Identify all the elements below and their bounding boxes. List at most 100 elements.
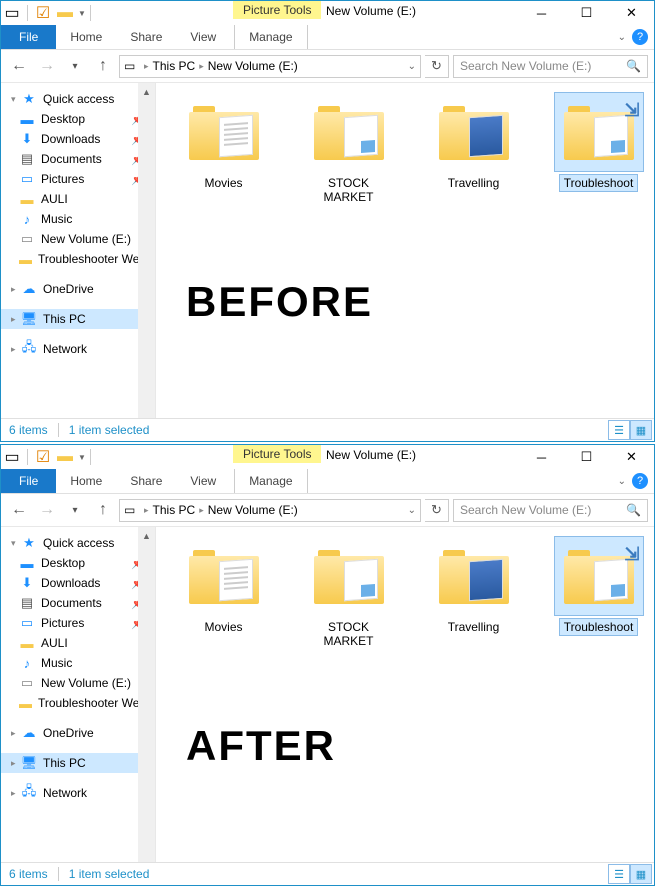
tab-file[interactable]: File <box>1 25 56 49</box>
qat-dropdown-icon[interactable]: ▼ <box>78 453 86 462</box>
properties-icon[interactable]: ▭ <box>4 449 20 465</box>
breadcrumb-this-pc[interactable]: This PC <box>153 503 196 517</box>
back-button[interactable]: ← <box>7 498 31 522</box>
explorer-window-after: ▭ ☑ ▬ ▼ Picture Tools New Volume (E:) ─ … <box>0 444 655 886</box>
folder-troubleshoot[interactable]: ⇲ Troubleshoot <box>551 537 646 649</box>
chevron-right-icon[interactable]: ▸ <box>11 758 21 769</box>
nav-troubleshooter[interactable]: ▬Troubleshooter Website <box>1 693 155 713</box>
help-icon[interactable]: ? <box>632 473 648 489</box>
nav-auli[interactable]: ▬AULI <box>1 633 155 653</box>
minimize-button[interactable]: ─ <box>519 445 564 469</box>
thumbnails-view-button[interactable]: ▦ <box>630 420 652 440</box>
scroll-up-icon[interactable]: ▲ <box>138 83 155 100</box>
chevron-down-icon[interactable]: ▾ <box>11 94 21 105</box>
folder-stock-market[interactable]: STOCK MARKET <box>301 537 396 649</box>
chevron-right-icon[interactable]: ▸ <box>11 788 21 799</box>
recent-locations-dropdown[interactable]: ▾ <box>63 498 87 522</box>
forward-button[interactable]: → <box>35 498 59 522</box>
folder-content-area[interactable]: Movies STOCK MARKET Travelling ⇲ Trouble… <box>156 83 654 418</box>
nav-desktop[interactable]: ▬Desktop📌 <box>1 109 155 129</box>
refresh-button[interactable]: ↻ <box>425 499 449 522</box>
nav-documents[interactable]: ▤Documents📌 <box>1 149 155 169</box>
maximize-button[interactable]: ☐ <box>564 445 609 469</box>
folder-small-icon[interactable]: ▬ <box>57 449 73 465</box>
nav-network[interactable]: ▸🖧Network <box>1 783 155 803</box>
nav-quick-access[interactable]: ▾ ★ Quick access <box>1 89 155 109</box>
search-input[interactable]: Search New Volume (E:) 🔍 <box>453 499 648 522</box>
tab-manage[interactable]: Manage <box>234 469 307 493</box>
checkbox-icon[interactable]: ☑ <box>35 5 51 21</box>
folder-movies[interactable]: Movies <box>176 537 271 649</box>
nav-pictures[interactable]: ▭Pictures📌 <box>1 613 155 633</box>
nav-music[interactable]: ♪Music <box>1 209 155 229</box>
address-dropdown-icon[interactable]: ⌄ <box>408 61 416 72</box>
breadcrumb-this-pc[interactable]: This PC <box>153 59 196 73</box>
close-button[interactable]: ✕ <box>609 1 654 25</box>
nav-this-pc[interactable]: ▸🖥This PC <box>1 309 155 329</box>
tab-home[interactable]: Home <box>56 25 116 49</box>
tab-home[interactable]: Home <box>56 469 116 493</box>
close-button[interactable]: ✕ <box>609 445 654 469</box>
folder-travelling[interactable]: Travelling <box>426 93 521 205</box>
breadcrumb-current[interactable]: New Volume (E:) <box>208 503 298 517</box>
tab-share[interactable]: Share <box>116 25 176 49</box>
nav-scrollbar[interactable]: ▲ <box>138 83 155 418</box>
tab-share[interactable]: Share <box>116 469 176 493</box>
nav-pictures[interactable]: ▭Pictures📌 <box>1 169 155 189</box>
chevron-right-icon[interactable]: ▸ <box>11 284 21 295</box>
nav-auli[interactable]: ▬AULI <box>1 189 155 209</box>
search-input[interactable]: Search New Volume (E:) 🔍 <box>453 55 648 78</box>
minimize-button[interactable]: ─ <box>519 1 564 25</box>
address-bar[interactable]: ▭ ▸ This PC ▸ New Volume (E:) ⌄ <box>119 499 421 522</box>
nav-quick-access[interactable]: ▾ ★ Quick access <box>1 533 155 553</box>
chevron-down-icon[interactable]: ▾ <box>11 538 21 549</box>
chevron-right-icon[interactable]: ▸ <box>11 344 21 355</box>
tab-file[interactable]: File <box>1 469 56 493</box>
nav-network[interactable]: ▸🖧Network <box>1 339 155 359</box>
details-view-button[interactable]: ☰ <box>608 864 630 884</box>
nav-scrollbar[interactable]: ▲ <box>138 527 155 862</box>
nav-downloads[interactable]: ⬇Downloads📌 <box>1 573 155 593</box>
back-button[interactable]: ← <box>7 54 31 78</box>
chevron-right-icon[interactable]: ▸ <box>11 728 21 739</box>
tab-view[interactable]: View <box>176 25 230 49</box>
nav-music[interactable]: ♪Music <box>1 653 155 673</box>
nav-desktop[interactable]: ▬Desktop📌 <box>1 553 155 573</box>
nav-documents[interactable]: ▤Documents📌 <box>1 593 155 613</box>
nav-onedrive[interactable]: ▸☁OneDrive <box>1 723 155 743</box>
address-bar[interactable]: ▭ ▸ This PC ▸ New Volume (E:) ⌄ <box>119 55 421 78</box>
breadcrumb-current[interactable]: New Volume (E:) <box>208 59 298 73</box>
nav-downloads[interactable]: ⬇Downloads📌 <box>1 129 155 149</box>
folder-travelling[interactable]: Travelling <box>426 537 521 649</box>
up-button[interactable]: ↑ <box>91 54 115 78</box>
thumbnails-view-button[interactable]: ▦ <box>630 864 652 884</box>
folder-stock-market[interactable]: STOCK MARKET <box>301 93 396 205</box>
checkbox-icon[interactable]: ☑ <box>35 449 51 465</box>
chevron-right-icon[interactable]: ▸ <box>11 314 21 325</box>
nav-this-pc[interactable]: ▸🖥This PC <box>1 753 155 773</box>
tab-view[interactable]: View <box>176 469 230 493</box>
folder-content-area[interactable]: Movies STOCK MARKET Travelling ⇲ Trouble… <box>156 527 654 862</box>
scroll-up-icon[interactable]: ▲ <box>138 527 155 544</box>
nav-troubleshooter[interactable]: ▬Troubleshooter Website <box>1 249 155 269</box>
recent-locations-dropdown[interactable]: ▾ <box>63 54 87 78</box>
forward-button[interactable]: → <box>35 54 59 78</box>
folder-movies[interactable]: Movies <box>176 93 271 205</box>
maximize-button[interactable]: ☐ <box>564 1 609 25</box>
qat-dropdown-icon[interactable]: ▼ <box>78 9 86 18</box>
refresh-button[interactable]: ↻ <box>425 55 449 78</box>
ribbon-expand-icon[interactable]: ⌄ <box>618 476 626 487</box>
folder-small-icon[interactable]: ▬ <box>57 5 73 21</box>
up-button[interactable]: ↑ <box>91 498 115 522</box>
nav-new-volume[interactable]: ▭New Volume (E:) <box>1 673 155 693</box>
folder-troubleshoot[interactable]: ⇲ Troubleshoot <box>551 93 646 205</box>
tab-manage[interactable]: Manage <box>234 25 307 49</box>
nav-onedrive[interactable]: ▸☁OneDrive <box>1 279 155 299</box>
ribbon-expand-icon[interactable]: ⌄ <box>618 32 626 43</box>
details-view-button[interactable]: ☰ <box>608 420 630 440</box>
properties-icon[interactable]: ▭ <box>4 5 20 21</box>
picture-tools-contextual-tab: Picture Tools <box>233 445 321 463</box>
address-dropdown-icon[interactable]: ⌄ <box>408 505 416 516</box>
nav-new-volume[interactable]: ▭New Volume (E:) <box>1 229 155 249</box>
help-icon[interactable]: ? <box>632 29 648 45</box>
